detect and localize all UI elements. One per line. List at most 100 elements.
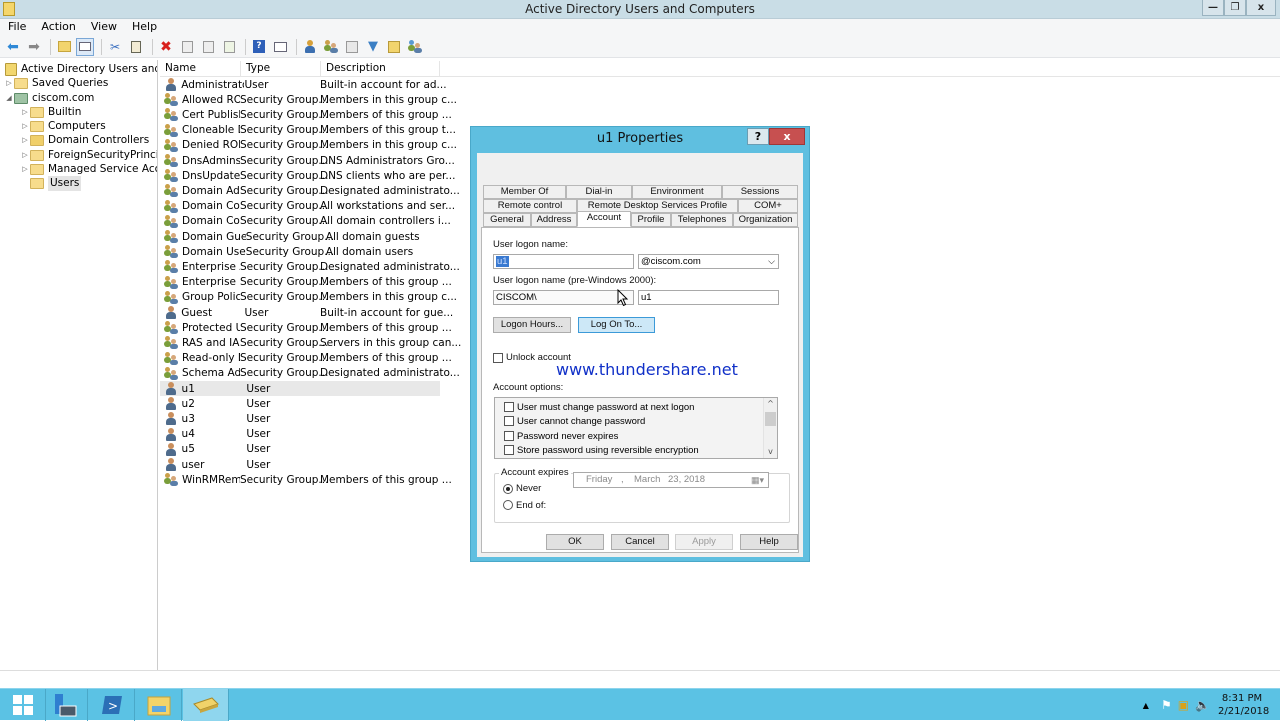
server-manager-button[interactable] (42, 689, 88, 721)
export-list-icon[interactable] (220, 38, 238, 56)
checkbox[interactable] (504, 416, 514, 426)
list-row[interactable]: Schema Ad...Security Group...Designated … (160, 366, 460, 381)
tab-profile[interactable]: Profile (631, 213, 671, 227)
checkbox[interactable] (504, 402, 514, 412)
list-row[interactable]: u5 User (160, 442, 440, 457)
new-user-icon[interactable] (301, 38, 319, 56)
pre2000-username-input[interactable]: u1 (638, 290, 779, 305)
apply-button[interactable]: Apply (675, 534, 733, 550)
log-on-to-button[interactable]: Log On To... (578, 317, 655, 333)
list-row[interactable]: Domain Ad...Security Group...Designated … (160, 183, 460, 198)
list-row[interactable]: Allowed RO...Security Group...Members in… (160, 92, 457, 107)
tab-member-of[interactable]: Member Of (483, 185, 566, 199)
unlock-account-checkbox[interactable] (493, 353, 503, 363)
tree-item-domain-controllers[interactable]: ▷ Domain Controllers (20, 133, 149, 148)
list-row[interactable]: AdministratorUser Built-in account for ad… (160, 77, 447, 92)
expand-icon[interactable]: ▷ (20, 148, 30, 163)
close-button[interactable]: x (1246, 0, 1276, 16)
tree-item-computers[interactable]: ▷ Computers (20, 119, 106, 134)
column-header-description[interactable]: Description (321, 61, 440, 76)
scroll-down-icon[interactable]: v (764, 446, 777, 458)
tab-sessions[interactable]: Sessions (722, 185, 798, 199)
list-row[interactable]: Domain Con...Security Group...All domain… (160, 214, 451, 229)
tab-account[interactable]: Account (577, 211, 631, 227)
find-icon[interactable] (385, 38, 403, 56)
list-row[interactable]: u4 User (160, 427, 440, 442)
list-row[interactable]: u3 User (160, 411, 440, 426)
list-row[interactable]: Read-only D...Security Group...Members o… (160, 351, 452, 366)
expand-icon[interactable]: ▷ (4, 76, 14, 91)
list-row[interactable]: Enterprise R...Security Group...Members … (160, 275, 452, 290)
clock[interactable]: 8:31 PM 2/21/2018 (1218, 692, 1269, 718)
tree-item-builtin[interactable]: ▷ Builtin (20, 105, 81, 120)
menu-help[interactable]: Help (124, 19, 164, 36)
column-header-type[interactable]: Type (241, 61, 321, 76)
add-to-group-icon[interactable] (406, 38, 424, 56)
network-warning-icon[interactable]: ▣ (1178, 698, 1189, 712)
expiration-date-picker[interactable]: Friday , March 23, 2018 ▦▾ (573, 472, 769, 488)
tree-root[interactable]: Active Directory Users and Com (5, 62, 157, 77)
delete-icon[interactable]: ✖ (157, 38, 175, 56)
list-row[interactable]: Domain Gue...Security Group...All domain… (160, 229, 440, 244)
back-icon[interactable]: ⬅ (4, 38, 22, 56)
restore-button[interactable]: ❐ (1224, 0, 1246, 16)
forward-icon[interactable]: ➡ (25, 38, 43, 56)
logon-name-input[interactable]: u1 (493, 254, 634, 269)
option-cannot-change-password[interactable]: User cannot change password (504, 414, 645, 428)
new-ou-icon[interactable] (343, 38, 361, 56)
list-row[interactable]: Protected Us...Security Group...Members … (160, 320, 452, 335)
menu-view[interactable]: View (83, 19, 124, 36)
list-row[interactable]: RAS and IAS ...Security Group...Servers … (160, 335, 461, 350)
copy-icon[interactable] (127, 38, 145, 56)
new-group-icon[interactable] (322, 38, 340, 56)
list-row[interactable]: WinRMRem...Security Group...Members of t… (160, 472, 452, 487)
tab-organization[interactable]: Organization (733, 213, 798, 227)
minimize-button[interactable]: — (1202, 0, 1224, 16)
help-icon[interactable]: ? (250, 38, 268, 56)
up-folder-icon[interactable] (55, 38, 73, 56)
menu-action[interactable]: Action (33, 19, 82, 36)
dialog-help-button[interactable]: ? (747, 128, 769, 145)
expand-icon[interactable]: ▷ (20, 133, 30, 148)
filter-icon[interactable]: ▼ (364, 38, 382, 56)
end-of-radio[interactable] (503, 500, 513, 510)
help-button[interactable]: Help (740, 534, 798, 550)
options-vertical-scrollbar[interactable]: ^ v (763, 398, 777, 458)
expand-icon[interactable]: ▷ (20, 105, 30, 120)
show-action-pane-icon[interactable] (271, 38, 289, 56)
start-button[interactable] (0, 689, 46, 721)
tree-item-managed-service-accounts[interactable]: ▷ Managed Service Accounts (20, 162, 157, 177)
option-must-change-password[interactable]: User must change password at next logon (504, 400, 694, 414)
refresh-icon[interactable] (199, 38, 217, 56)
volume-muted-icon[interactable]: 🔈 (1195, 698, 1210, 712)
tree-item-domain[interactable]: ◢ ciscom.com (4, 91, 94, 106)
option-password-never-expires[interactable]: Password never expires (504, 429, 618, 443)
expand-icon[interactable]: ▷ (20, 119, 30, 134)
menu-file[interactable]: File (0, 19, 33, 36)
tab-dial-in[interactable]: Dial-in (566, 185, 632, 199)
logon-hours-button[interactable]: Logon Hours... (493, 317, 571, 333)
cancel-button[interactable]: Cancel (611, 534, 669, 550)
list-row[interactable]: u1 User (160, 381, 440, 396)
scroll-up-icon[interactable]: ^ (764, 398, 777, 410)
tree-item-foreign-security-principals[interactable]: ▷ ForeignSecurityPrincipals (20, 148, 157, 163)
checkbox[interactable] (504, 431, 514, 441)
checkbox[interactable] (504, 445, 514, 455)
list-row[interactable]: u2 User (160, 396, 440, 411)
tab-remote-control[interactable]: Remote control (483, 199, 577, 213)
action-center-icon[interactable]: ⚑ (1161, 698, 1172, 712)
show-hidden-icons-icon[interactable]: ▲ (1143, 701, 1149, 710)
tab-com-plus[interactable]: COM+ (738, 199, 798, 213)
list-row[interactable]: Group Polic...Security Group...Members i… (160, 290, 457, 305)
list-row[interactable]: DnsAdmins Security Group... DNS Administra… (160, 153, 455, 168)
never-radio[interactable] (503, 484, 513, 494)
tree-item-saved-queries[interactable]: ▷ Saved Queries (4, 76, 108, 91)
dialog-close-button[interactable]: x (769, 128, 805, 145)
expand-icon[interactable]: ▷ (20, 162, 30, 177)
upn-suffix-select[interactable]: @ciscom.com ⌵ (638, 254, 779, 269)
tab-telephones[interactable]: Telephones (671, 213, 733, 227)
tab-environment[interactable]: Environment (632, 185, 722, 199)
cut-icon[interactable]: ✂ (106, 38, 124, 56)
tab-address[interactable]: Address (531, 213, 577, 227)
list-row[interactable]: Domain UsersSecurity Group...All domain … (160, 244, 440, 259)
